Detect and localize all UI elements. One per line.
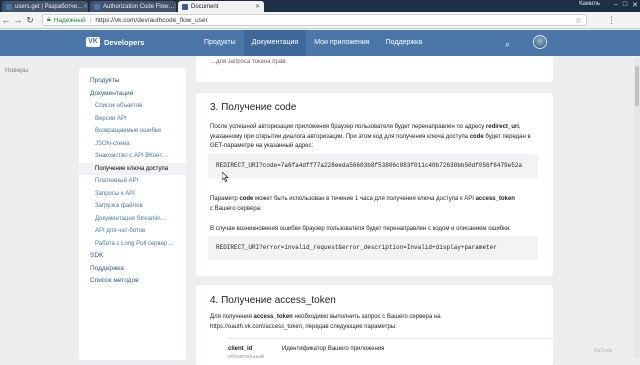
document-favicon-icon [182,3,188,10]
sidebar-item-support[interactable]: Поддержка [79,263,186,276]
browser-user[interactable]: Камиль [579,1,600,7]
text: с Вашего сервера. [210,205,262,212]
nav-products[interactable]: Продукты [196,30,244,56]
nav-support[interactable]: Поддержка [378,30,431,56]
back-icon[interactable]: ← [0,15,12,25]
browser-tab-authcode[interactable]: Authorization Code Flow… ✕ [90,1,176,12]
sidebar-item-intro[interactable]: Знакомство с API ВКонт… [79,150,186,163]
param-description: Идентификатор Вашего приложения [282,346,385,352]
browser-toolbar: ← → ↻ 🔒︎ Надежный | https://vk.com/dev/a… [0,12,640,29]
mouse-cursor-icon [222,172,229,182]
search-icon[interactable]: ⌕ [505,39,510,50]
site-header: VK Developers Продукты Документация Мои … [0,30,640,56]
forward-icon[interactable]: → [12,15,24,25]
section-paragraph: Параметр code может быть использован в т… [210,195,540,214]
section-paragraph: В случае возникновения ошибки браузер по… [210,226,511,232]
code-block-error: REDIRECT_URI?error=invalid_request&error… [208,236,538,260]
sidebar-item-sdk[interactable]: SDK [79,250,186,263]
sidebar-item-methods[interactable]: Список методов [79,275,186,288]
close-tab-icon[interactable]: ✕ [83,3,88,10]
param-name: access_token [253,314,293,320]
param-name: code [469,133,484,140]
browser-tab-users-get[interactable]: users.get | Разработчи… ✕ [2,1,88,12]
sidebar-item-json-schema[interactable]: JSON-схема [79,138,186,151]
minimize-icon[interactable]: – [614,1,618,9]
browser-menu-icon[interactable]: ⋮ [607,15,616,26]
sidebar-item-errors[interactable]: Возвращаемые ошибки [79,125,186,138]
vk-favicon-icon [6,3,12,10]
param-name: access_token [475,196,515,202]
browser-tab-document[interactable]: Document ✕ [178,1,264,12]
left-label[interactable]: Новеры [5,67,29,74]
vk-favicon-icon [94,3,100,10]
scrollbar-thumb[interactable] [635,66,639,106]
text: , передав следующие параметры: [302,323,397,330]
tab-label: users.get | Разработчи… [15,3,83,10]
top-nav: Продукты Документация Мои приложения Под… [196,30,430,56]
section-paragraph: Для получения access_token необходимо вы… [210,313,540,332]
close-tab-icon[interactable]: ✕ [255,3,260,10]
sidebar-item-bots[interactable]: API для чат-ботов [79,225,186,238]
maximize-icon[interactable]: □ [623,1,627,9]
sidebar-item-products[interactable]: Продукты [79,75,186,88]
lock-icon: 🔒︎ [47,16,51,23]
reload-icon[interactable]: ↻ [24,15,36,26]
text: https://oauth.vk.com/access_token [210,323,303,330]
sidebar-item-api-versions[interactable]: Версии API [79,113,186,126]
browser-tabbar: users.get | Разработчи… ✕ Authorization … [0,0,640,12]
param-name: code [239,196,254,202]
sidebar-item-objects[interactable]: Список объектов [79,100,186,113]
param-key: client_id обязательный [228,346,282,360]
watermark: RuCode [594,348,613,354]
text: может быть использован в течение 1 часа … [253,196,476,202]
sidebar-item-streaming[interactable]: Документация Streamin… [79,213,186,226]
param-name: client_id [228,346,253,352]
previous-section-card: …для запроса токена прав. [196,56,553,82]
separator: | [89,16,92,24]
avatar[interactable] [533,35,547,49]
text: Параметр [210,196,240,202]
sidebar-item-long-poll[interactable]: Работа с Long Poll сервер… [79,238,186,251]
sidebar-item-requests[interactable]: Запросы к API [79,188,186,201]
window-controls: – □ ✕ [614,1,638,9]
param-required: обязательный [228,354,264,360]
address-bar[interactable]: 🔒︎ Надежный | https://vk.com/dev/authcod… [42,14,587,26]
vk-logo-icon[interactable]: VK [86,37,100,47]
section-title: 4. Получение access_token [210,295,336,306]
docs-sidebar: Продукты Документация Список объектов Ве… [79,68,186,360]
close-tab-icon[interactable]: ✕ [174,3,176,10]
nav-documentation[interactable]: Документация [243,30,307,56]
secure-label: Надежный [53,16,86,24]
tab-label: Document [191,3,219,10]
page-scrollbar[interactable] [634,58,640,358]
url-text: https://vk.com/dev/authcode_flow_user [95,16,208,24]
code-block-code: REDIRECT_URI?code=7a6fa4dff77a228eeda566… [208,154,538,178]
tab-label: Authorization Code Flow… [103,3,175,10]
param-name: redirect_uri [485,124,519,130]
sidebar-item-access-token[interactable]: Получение ключа доступа [79,162,186,175]
table-row: client_id обязательный Идентификатор Ваш… [228,339,553,360]
previous-section-tail: …для запроса токена прав. [210,59,288,65]
text: После успешной авторизации приложения бр… [210,124,485,130]
nav-my-apps[interactable]: Мои приложения [306,30,377,56]
sidebar-item-payments[interactable]: Платежный API [79,175,186,188]
params-table: client_id обязательный Идентификатор Ваш… [228,338,553,360]
sidebar-item-documentation[interactable]: Документация [79,88,186,101]
section-paragraph: После успешной авторизации приложения бр… [210,123,540,152]
text: Для получения [210,314,254,320]
section-title: 3. Получение code [210,102,297,113]
sidebar-item-upload[interactable]: Загрузка файлов [79,200,186,213]
close-window-icon[interactable]: ✕ [632,1,638,9]
text: необходимо выполнить запрос с Вашего сер… [292,314,441,320]
brand-label[interactable]: Developers [104,38,144,47]
bookmark-star-icon[interactable]: ☆ [575,16,582,25]
